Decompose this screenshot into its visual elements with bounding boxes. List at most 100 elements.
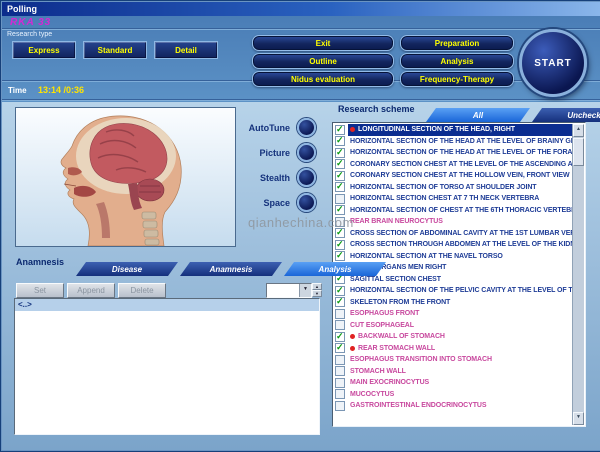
research-item-row[interactable]: HORIZONTAL SECTION OF THE PELVIC CAVITY …	[333, 285, 573, 297]
item-checkbox[interactable]	[335, 205, 345, 215]
research-item-row[interactable]: ESOPHAGUS FRONT	[333, 308, 573, 320]
combobox-arrow-icon[interactable]: ▼	[299, 284, 311, 297]
anamnesis-action-buttons: Set Append Delete	[16, 283, 166, 298]
item-checkbox[interactable]	[335, 286, 345, 296]
nav-button[interactable]: Preparation	[400, 35, 514, 51]
research-item-row[interactable]: STOMACH WALL	[333, 366, 573, 378]
research-type-button[interactable]: Express	[12, 41, 76, 59]
tool-button[interactable]	[297, 193, 316, 212]
research-type-button[interactable]: Detail	[154, 41, 218, 59]
scrollbar-up-icon[interactable]: ▲	[573, 124, 584, 137]
item-checkbox[interactable]	[335, 378, 345, 388]
tool-button[interactable]	[297, 168, 316, 187]
research-item-row[interactable]: HORIZONTAL SECTION OF TORSO AT SHOULDER …	[333, 182, 573, 194]
scrollbar-thumb[interactable]	[573, 138, 584, 166]
research-item-row[interactable]: HORIZONTAL SECTION AT THE NAVEL TORSO	[333, 251, 573, 263]
research-item-row[interactable]: MAIN EXOCRINOCYTUS	[333, 377, 573, 389]
result-dot-icon	[350, 334, 355, 339]
research-item-row[interactable]: SKELETON FROM THE FRONT	[333, 297, 573, 309]
header-panel: RKA 33 Research type Express Standard De…	[2, 16, 600, 102]
anamnesis-list-item[interactable]: <..>	[15, 299, 319, 311]
research-item-label: CORONARY SECTION CHEST AT THE LEVEL OF T…	[350, 161, 573, 168]
device-name: RKA 33	[10, 17, 51, 28]
anamnesis-action-button[interactable]: Set	[16, 283, 64, 298]
tool-button[interactable]	[297, 143, 316, 162]
nav-button[interactable]: Nidus evaluation	[252, 71, 394, 87]
research-item-row[interactable]: HORIZONTAL SECTION OF THE HEAD AT THE LE…	[333, 147, 573, 159]
anamnesis-label: Anamnesis	[16, 257, 64, 267]
research-item-row[interactable]: GASTROINTESTINAL ENDOCRINOCYTUS	[333, 400, 573, 412]
spinner-down-icon[interactable]: ▼	[312, 290, 322, 297]
item-checkbox[interactable]	[335, 182, 345, 192]
nav-button[interactable]: Exit	[252, 35, 394, 51]
research-item-row[interactable]: CUT ESOPHAGEAL	[333, 320, 573, 332]
item-checkbox[interactable]	[335, 125, 345, 135]
anamnesis-action-button[interactable]: Append	[67, 283, 115, 298]
research-item-label: HORIZONTAL SECTION OF TORSO AT SHOULDER …	[350, 184, 536, 191]
scrollbar-down-icon[interactable]: ▼	[573, 412, 584, 425]
item-checkbox[interactable]	[335, 355, 345, 365]
result-dot-icon	[350, 127, 355, 132]
research-item-row[interactable]: HORIZONTAL SECTION CHEST AT 7 TH NECK VE…	[333, 193, 573, 205]
anamnesis-action-button[interactable]: Delete	[118, 283, 166, 298]
research-item-label: HORIZONTAL SECTION OF CHEST AT THE 6TH T…	[350, 207, 573, 214]
research-item-label: HORIZONTAL SECTION CHEST AT 7 TH NECK VE…	[350, 195, 539, 202]
research-scheme-tab[interactable]: All	[426, 108, 530, 122]
research-item-row[interactable]: REAR BRAIN NEUROCYTUS	[333, 216, 573, 228]
research-item-row[interactable]: BACKWALL OF STOMACH	[333, 331, 573, 343]
item-checkbox[interactable]	[335, 332, 345, 342]
research-item-content: ESOPHAGUS FRONT	[348, 308, 573, 320]
item-checkbox[interactable]	[335, 136, 345, 146]
item-checkbox[interactable]	[335, 297, 345, 307]
item-checkbox[interactable]	[335, 366, 345, 376]
title-bar[interactable]: Polling	[2, 2, 600, 16]
main-panel: AutoTune Picture Stealth Space	[2, 102, 600, 450]
research-item-label: LONGITUDINAL SECTION OF THE HEAD, RIGHT	[358, 126, 515, 133]
item-checkbox[interactable]	[335, 194, 345, 204]
item-checkbox[interactable]	[335, 343, 345, 353]
research-item-row[interactable]: HORIZONTAL SECTION OF THE HEAD AT THE LE…	[333, 136, 573, 148]
research-item-row[interactable]: CROSS SECTION THROUGH ABDOMEN AT THE LEV…	[333, 239, 573, 251]
scrollbar[interactable]: ▲ ▼	[572, 124, 584, 425]
nav-left-column: Exit Outline Nidus evaluation	[252, 35, 394, 87]
nav-button[interactable]: Analysis	[400, 53, 514, 69]
research-scheme-tab[interactable]: Uncheck	[532, 108, 600, 122]
nav-button[interactable]: Frequency-Therapy	[400, 71, 514, 87]
research-item-row[interactable]: HORIZONTAL SECTION OF CHEST AT THE 6TH T…	[333, 205, 573, 217]
watermark: qianhechina.com	[248, 215, 354, 230]
start-button[interactable]: START	[519, 29, 587, 97]
divider	[2, 99, 600, 101]
research-item-label: HORIZONTAL SECTION AT THE NAVEL TORSO	[350, 253, 503, 260]
tool-label: AutoTune	[249, 123, 290, 133]
research-item-row[interactable]: CROSS SECTION OF ABDOMINAL CAVITY AT THE…	[333, 228, 573, 240]
item-checkbox[interactable]	[335, 159, 345, 169]
anamnesis-spinner[interactable]: ▲ ▼	[312, 283, 322, 296]
anamnesis-list: <..>	[14, 298, 320, 435]
anamnesis-tab[interactable]: Analysis	[284, 262, 386, 276]
research-item-row[interactable]: LONGITUDINAL SECTION OF THE HEAD, RIGHT	[333, 124, 573, 136]
research-item-row[interactable]: CORONARY SECTION CHEST AT THE LEVEL OF T…	[333, 159, 573, 171]
item-checkbox[interactable]	[335, 320, 345, 330]
anamnesis-tab[interactable]: Anamnesis	[180, 262, 282, 276]
research-item-content: GASTROINTESTINAL ENDOCRINOCYTUS	[348, 400, 573, 412]
research-item-row[interactable]: MUCOCYTUS	[333, 389, 573, 401]
item-checkbox[interactable]	[335, 389, 345, 399]
item-checkbox[interactable]	[335, 401, 345, 411]
anamnesis-combobox[interactable]: ▼	[266, 283, 312, 298]
item-checkbox[interactable]	[335, 148, 345, 158]
tool-label: Picture	[259, 148, 290, 158]
research-item-row[interactable]: CORONARY SECTION CHEST AT THE HOLLOW VEI…	[333, 170, 573, 182]
item-checkbox[interactable]	[335, 251, 345, 261]
research-item-label: ESOPHAGUS FRONT	[350, 310, 419, 317]
anamnesis-tab[interactable]: Disease	[76, 262, 178, 276]
item-checkbox[interactable]	[335, 171, 345, 181]
research-item-row[interactable]: REAR STOMACH WALL	[333, 343, 573, 355]
spinner-up-icon[interactable]: ▲	[312, 283, 322, 290]
item-checkbox[interactable]	[335, 240, 345, 250]
item-checkbox[interactable]	[335, 309, 345, 319]
research-item-content: HORIZONTAL SECTION OF THE HEAD AT THE LE…	[348, 136, 573, 148]
research-type-button[interactable]: Standard	[83, 41, 147, 59]
tool-button[interactable]	[297, 118, 316, 137]
nav-button[interactable]: Outline	[252, 53, 394, 69]
research-item-row[interactable]: ESOPHAGUS TRANSITION INTO STOMACH	[333, 354, 573, 366]
